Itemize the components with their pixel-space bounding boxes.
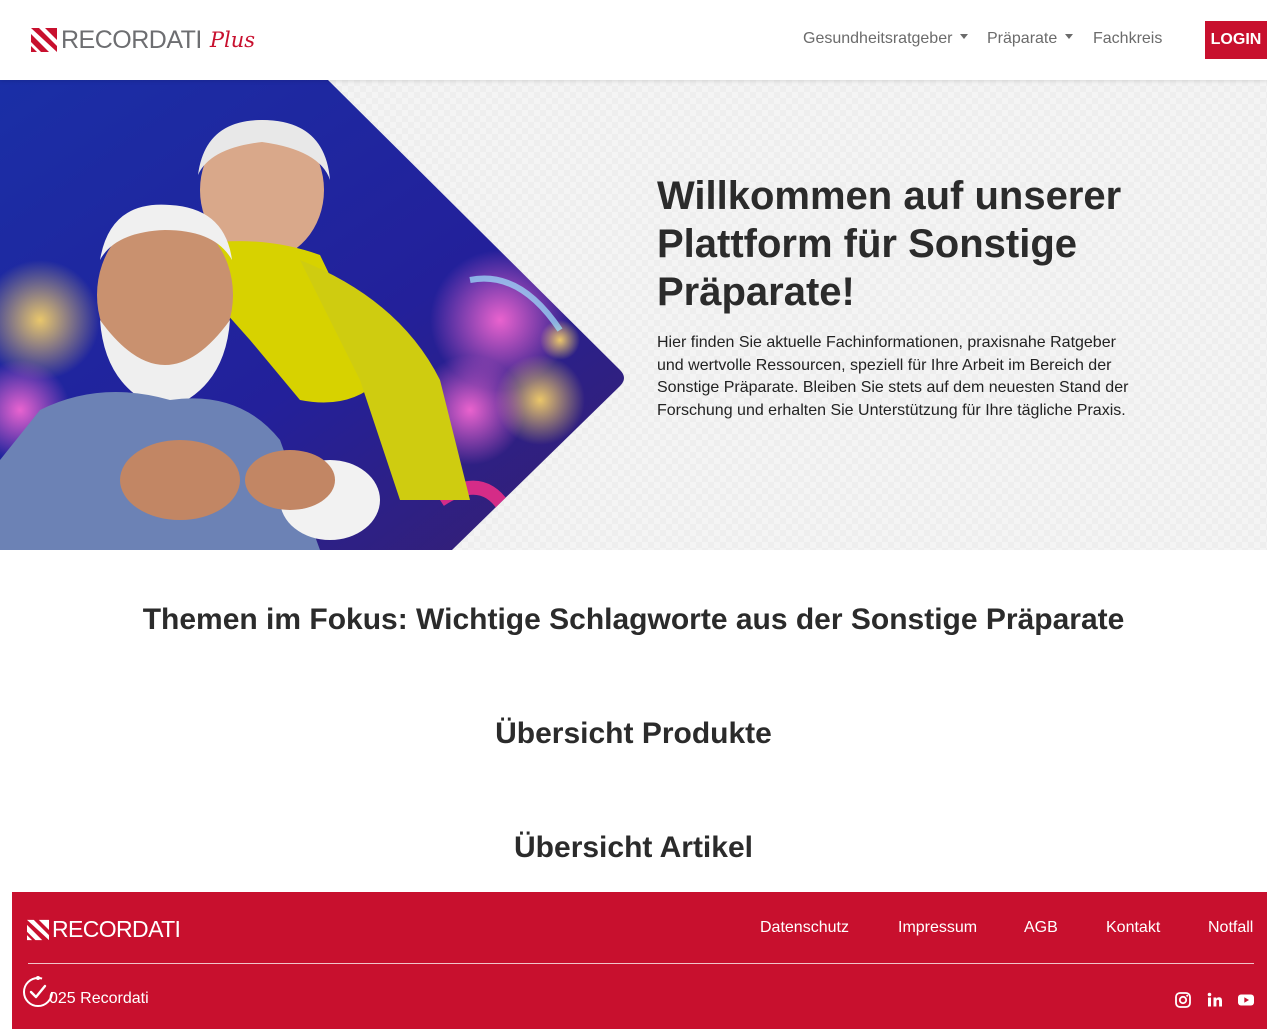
footer-link-datenschutz[interactable]: Datenschutz xyxy=(760,919,849,937)
brand-suffix: Plus xyxy=(209,27,256,52)
hero-description: Hier finden Sie aktuelle Fachinformation… xyxy=(657,334,1129,419)
recordati-plus-logo[interactable]: RECORDATI Plus xyxy=(31,27,255,53)
footer-link-impressum[interactable]: Impressum xyxy=(898,919,977,937)
youtube-icon[interactable] xyxy=(1237,991,1255,1009)
hero-image xyxy=(0,80,624,550)
nav-gesundheitsratgeber[interactable]: Gesundheitsratgeber xyxy=(803,30,969,48)
chevron-down-icon xyxy=(1065,34,1074,40)
site-footer: RECORDATI Datenschutz Impressum AGB Kont… xyxy=(12,892,1267,1029)
footer-link-kontakt[interactable]: Kontakt xyxy=(1106,919,1160,937)
nav-praeparate[interactable]: Präparate xyxy=(987,30,1074,48)
footer-logo[interactable]: RECORDATI xyxy=(27,916,181,942)
nav-label: Gesundheitsratgeber xyxy=(803,30,953,47)
accessibility-badge-icon[interactable] xyxy=(21,975,55,1009)
chevron-down-icon xyxy=(960,34,969,40)
recordati-logo-icon xyxy=(31,28,57,52)
articles-section-title: Übersicht Artikel xyxy=(514,831,753,864)
footer-copyright: 025 Recordati xyxy=(49,990,149,1007)
footer-link-agb[interactable]: AGB xyxy=(1024,919,1058,937)
recordati-logo-icon xyxy=(27,919,49,940)
instagram-icon[interactable] xyxy=(1174,991,1192,1009)
login-button[interactable]: LOGIN xyxy=(1205,21,1267,59)
footer-divider xyxy=(28,963,1254,964)
footer-link-notfall[interactable]: Notfall xyxy=(1208,919,1253,937)
nav-label: Präparate xyxy=(987,30,1058,47)
footer-brand-name: RECORDATI xyxy=(52,916,181,942)
nav-label: Fachkreis xyxy=(1093,30,1163,47)
focus-section-title: Themen im Fokus: Wichtige Schlagworte au… xyxy=(142,603,1125,636)
hero-title: Willkommen auf unserer Plattform für Son… xyxy=(657,174,1122,314)
hero-banner: Willkommen auf unserer Plattform für Son… xyxy=(0,80,1267,550)
products-section-title: Übersicht Produkte xyxy=(495,717,772,750)
nav-fachkreis[interactable]: Fachkreis xyxy=(1093,30,1162,48)
linkedin-icon[interactable] xyxy=(1206,991,1224,1009)
site-header: RECORDATI Plus Gesundheitsratgeber Präpa… xyxy=(0,0,1267,80)
brand-name: RECORDATI xyxy=(61,25,202,54)
